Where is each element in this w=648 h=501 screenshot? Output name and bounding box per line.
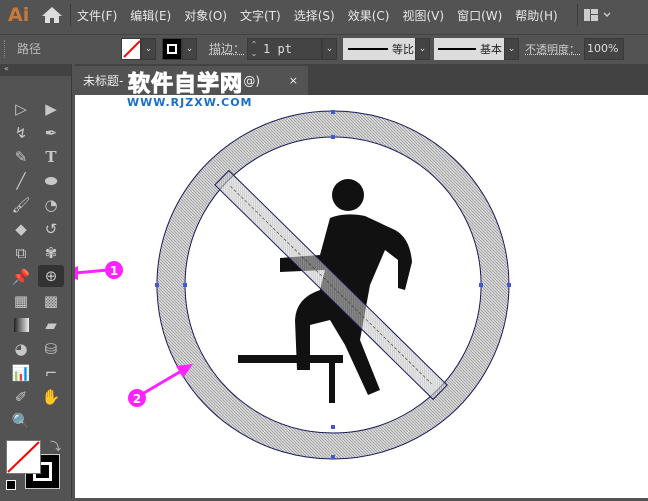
annotation-arrow-2: 2 <box>128 364 193 407</box>
fill-dropdown[interactable]: ⌄ <box>141 37 156 60</box>
menu-edit[interactable]: 编辑(E) <box>130 7 171 24</box>
no-climbing-sign[interactable]: 1 2 <box>60 95 648 498</box>
artboard-canvas[interactable]: 1 2 <box>60 95 648 498</box>
stroke-weight-dropdown[interactable]: ⌄ <box>322 37 338 60</box>
fill-swatch[interactable] <box>121 37 141 60</box>
tools-panel: « ▷ ▶ ↯ ✒ ✎ T ╱ ⬬ 🖌 ◔ ◆ ↺ ⧉ ✾ 📌 ⊕ ▦ ▩ ▰ … <box>0 64 72 498</box>
brush-definition[interactable]: 基本 <box>434 37 505 60</box>
stroke-label[interactable]: 描边： <box>209 40 245 57</box>
annotation-label-2: 2 <box>133 392 141 406</box>
brush-dropdown[interactable]: ⌄ <box>504 37 520 60</box>
hand-tool-icon[interactable]: ✋ <box>40 386 62 408</box>
watermark-title: 软件自学网 <box>127 72 244 98</box>
pin-tool-icon[interactable]: 📌 <box>10 266 32 288</box>
opacity-label[interactable]: 不透明度： <box>525 41 580 57</box>
eyedropper-measure-tool-icon[interactable]: ▰ <box>40 314 62 336</box>
menu-help[interactable]: 帮助(H) <box>515 7 557 24</box>
zoom-tool-icon[interactable]: 🔍 <box>10 410 32 432</box>
annotation-label-1: 1 <box>110 264 118 278</box>
variable-width-profile[interactable]: 等比 <box>343 37 416 60</box>
stroke-weight-stepper[interactable]: ⌃ ⌄ 1 pt <box>247 37 323 60</box>
stroke-swatch[interactable] <box>162 37 182 60</box>
menu-type[interactable]: 文字(T) <box>240 7 281 24</box>
menu-bar: Ai 文件(F) 编辑(E) 对象(O) 文字(T) 选择(S) 效果(C) 视… <box>0 0 648 30</box>
profile-label: 等比 <box>392 42 415 56</box>
scale-tool-icon[interactable]: ⧉ <box>10 242 32 264</box>
pen-tool-icon[interactable]: ✒ <box>40 122 62 144</box>
graph-tool-icon[interactable]: 📊 <box>10 362 32 384</box>
app-logo: Ai <box>8 4 30 26</box>
eraser-tool-icon[interactable]: ◆ <box>10 218 32 240</box>
menu-file[interactable]: 文件(F) <box>77 7 117 24</box>
line-tool-icon[interactable]: ╱ <box>10 170 32 192</box>
blend-tool-icon[interactable]: ◕ <box>10 338 32 360</box>
panel-collapse-icon[interactable]: « <box>0 64 71 76</box>
paintbrush-tool-icon[interactable]: 🖌 <box>10 194 32 216</box>
object-type-label: 路径 <box>17 42 42 56</box>
menu-select[interactable]: 选择(S) <box>294 7 335 24</box>
perspective-grid-tool-icon[interactable]: ▦ <box>10 290 32 312</box>
brush-label: 基本 <box>480 42 503 56</box>
curvature-tool-icon[interactable]: ✎ <box>10 146 32 168</box>
opacity-value[interactable]: 100% <box>587 42 618 55</box>
close-tab-icon[interactable]: × <box>289 74 298 87</box>
selection-tool-icon[interactable]: ▷ <box>10 98 32 120</box>
fill-none-swatch[interactable] <box>6 440 41 474</box>
menu-effect[interactable]: 效果(C) <box>348 7 390 24</box>
shape-builder-tool-icon[interactable]: ⊕ <box>38 265 64 287</box>
menu-view[interactable]: 视图(V) <box>402 7 444 24</box>
slice-tool-icon[interactable]: ✐ <box>10 386 32 408</box>
home-icon[interactable] <box>40 5 64 25</box>
ellipse-tool-icon[interactable]: ⬬ <box>40 170 62 192</box>
watermark-url: WWW.RJZXW.COM <box>127 96 253 109</box>
puppet-warp-tool-icon[interactable]: ✾ <box>40 242 62 264</box>
menu-window[interactable]: 窗口(W) <box>457 7 502 24</box>
blob-brush-tool-icon[interactable]: ◔ <box>40 194 62 216</box>
stroke-dropdown[interactable]: ⌄ <box>182 37 197 60</box>
tab-title-suffix: @) <box>243 73 261 88</box>
menu-object[interactable]: 对象(O) <box>184 7 227 24</box>
stroke-weight-value[interactable]: 1 pt <box>263 42 292 56</box>
artboard-tool-icon[interactable]: ⌐ <box>40 362 62 384</box>
annotation-arrow-1: 1 <box>60 261 123 280</box>
workspace-layout-icon[interactable] <box>583 8 614 22</box>
profile-dropdown[interactable]: ⌄ <box>415 37 431 60</box>
rotate-tool-icon[interactable]: ↺ <box>40 218 62 240</box>
default-colors-icon[interactable] <box>6 480 16 490</box>
symbol-sprayer-tool-icon[interactable]: ⛁ <box>40 338 62 360</box>
direct-selection-tool-icon[interactable]: ▶ <box>40 98 62 120</box>
type-tool-icon[interactable]: T <box>40 146 62 168</box>
lasso-tool-icon[interactable]: ↯ <box>10 122 32 144</box>
mesh-tool-icon[interactable]: ▩ <box>40 290 62 312</box>
opacity-input[interactable]: 100% <box>584 37 625 60</box>
tab-title: 未标题- <box>83 74 124 88</box>
swap-fill-stroke-icon[interactable]: ⤵ <box>50 438 61 454</box>
control-bar: 路径 ⌄ ⌄ 描边： ⌃ ⌄ 1 pt ⌄ 等比 ⌄ 基本 ⌄ 不透明度： 100% <box>0 34 648 62</box>
gradient-tool-icon[interactable] <box>10 314 32 336</box>
